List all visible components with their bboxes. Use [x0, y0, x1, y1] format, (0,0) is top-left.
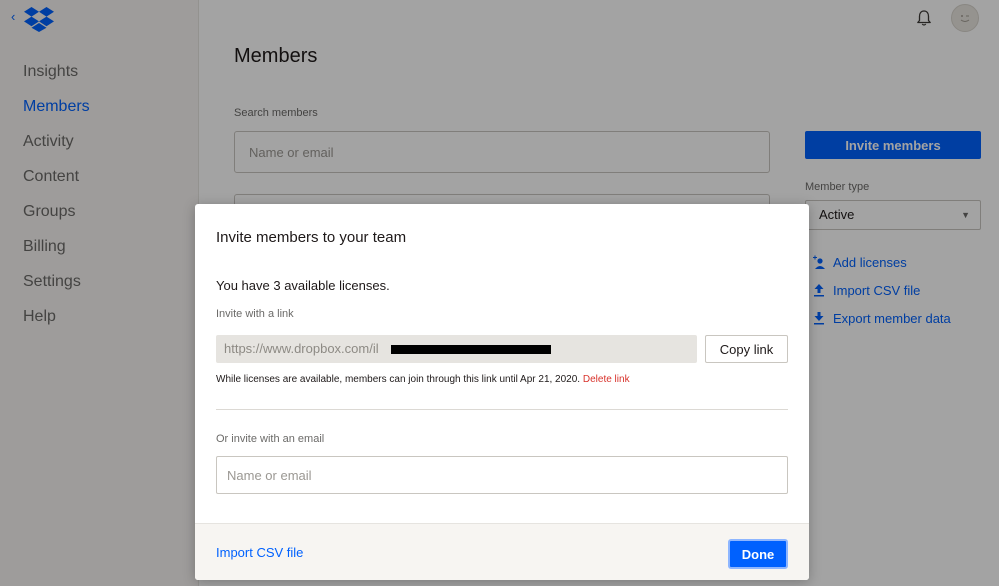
done-button[interactable]: Done — [728, 539, 788, 569]
available-licenses-text: You have 3 available licenses. — [216, 278, 390, 293]
invite-link-label: Invite with a link — [216, 308, 294, 320]
delete-link[interactable]: Delete link — [583, 374, 630, 385]
import-csv-footer-link[interactable]: Import CSV file — [216, 545, 303, 560]
invite-email-label: Or invite with an email — [216, 433, 325, 445]
divider — [216, 409, 788, 410]
invite-email-input[interactable] — [216, 456, 788, 494]
modal-title: Invite members to your team — [216, 229, 407, 246]
invite-link-value: https://www.dropbox.com/il — [224, 341, 379, 356]
copy-link-button[interactable]: Copy link — [705, 335, 788, 363]
link-expiry-note: While licenses are available, members ca… — [216, 374, 630, 385]
redacted-link-bar — [391, 345, 551, 354]
link-expiry-text: While licenses are available, members ca… — [216, 374, 581, 385]
invite-members-modal: Invite members to your team You have 3 a… — [195, 204, 809, 580]
modal-footer: Import CSV file Done — [195, 523, 809, 580]
